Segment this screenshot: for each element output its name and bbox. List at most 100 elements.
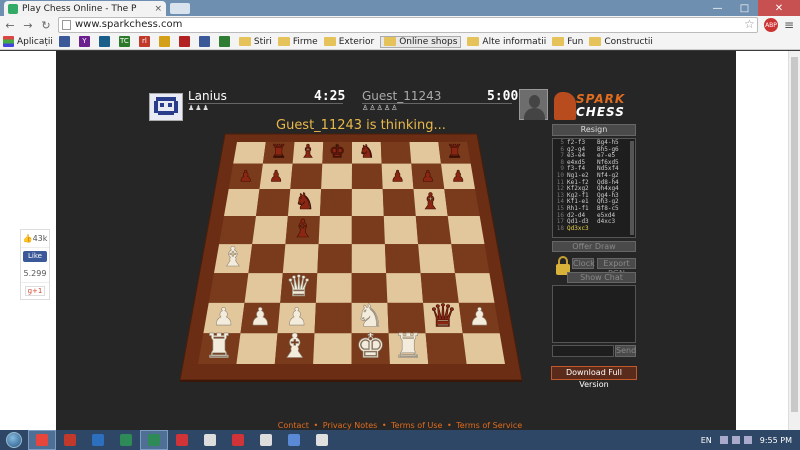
- chat-input[interactable]: [552, 345, 614, 357]
- bookmark-item[interactable]: [158, 36, 173, 47]
- browser-tab[interactable]: Play Chess Online - The P ×: [4, 1, 166, 16]
- taskbar-app-chrome[interactable]: [28, 430, 56, 450]
- white-queen-piece[interactable]: ♛: [285, 269, 312, 304]
- bookmark-item[interactable]: Firme: [277, 37, 318, 47]
- white-rook-piece[interactable]: ♜: [204, 326, 235, 366]
- board-square[interactable]: [244, 273, 283, 303]
- bookmark-item[interactable]: [198, 36, 213, 47]
- board-square[interactable]: [351, 216, 385, 245]
- privacy-link[interactable]: Privacy Notes: [323, 421, 378, 430]
- bookmark-item[interactable]: Aplicații: [3, 36, 53, 47]
- close-window-button[interactable]: ✕: [758, 0, 800, 16]
- chess-board[interactable]: ♜ ♝ ♚ ♞ ♜ ♟ ♟ ♟ ♟ ♟ ♝ ♞ ♝ ♝ ♛ ♛ ♟ ♟ ♟ ♞ ♟ ♜ ♝ ♚ ♜: [179, 132, 523, 382]
- white-king-piece[interactable]: ♚: [355, 326, 386, 366]
- maximize-button[interactable]: □: [731, 0, 758, 16]
- black-knight-piece[interactable]: ♞: [294, 189, 315, 216]
- board-square[interactable]: [224, 189, 260, 216]
- white-pawn-piece[interactable]: ♟: [468, 302, 491, 332]
- download-full-version-button[interactable]: Download Full Version: [551, 366, 637, 389]
- board-square[interactable]: [462, 333, 505, 364]
- move-row[interactable]: 18 Qd3xc3: [555, 225, 633, 233]
- black-pawn-piece[interactable]: ♟: [451, 166, 466, 186]
- adblock-extension-icon[interactable]: ABP: [764, 18, 778, 32]
- resign-button[interactable]: Resign: [552, 124, 636, 136]
- board-square[interactable]: [447, 216, 485, 245]
- new-tab-button[interactable]: [170, 3, 190, 14]
- bookmark-item[interactable]: [98, 36, 113, 47]
- reload-icon[interactable]: ↻: [38, 17, 54, 33]
- scrollbar-thumb[interactable]: [791, 57, 798, 412]
- system-clock[interactable]: 9:55 PM: [760, 436, 792, 445]
- black-rook-piece[interactable]: ♜: [270, 141, 287, 163]
- taskbar-app-app-9[interactable]: [252, 430, 280, 450]
- export-pgn-button[interactable]: Export PGN: [597, 258, 636, 278]
- clock-button[interactable]: Clock: [572, 258, 595, 269]
- board-square[interactable]: [233, 142, 266, 164]
- bookmark-item[interactable]: Fun: [552, 37, 583, 47]
- address-bar[interactable]: www.sparkchess.com: [58, 17, 758, 33]
- bookmark-item[interactable]: [58, 36, 73, 47]
- bookmark-item[interactable]: Online shops: [380, 35, 462, 48]
- chrome-menu-icon[interactable]: ≡: [784, 18, 794, 32]
- bookmark-item[interactable]: TC: [118, 36, 133, 47]
- move-list-scrollbar[interactable]: [630, 141, 634, 235]
- black-pawn-piece[interactable]: ♟: [269, 166, 284, 186]
- chess-board-canvas[interactable]: ♜ ♝ ♚ ♞ ♜♟ ♟ ♟ ♟ ♟♝♞♝♝♛♛♟ ♟ ♟ ♞ ♟♜ ♝ ♚ ♜: [179, 132, 523, 382]
- black-bishop-piece[interactable]: ♝: [300, 141, 317, 163]
- taskbar-app-app-2[interactable]: [56, 430, 84, 450]
- bookmark-item[interactable]: Constructii: [589, 37, 653, 47]
- start-button[interactable]: [0, 430, 28, 450]
- board-square[interactable]: [314, 302, 352, 334]
- board-square[interactable]: [219, 216, 256, 245]
- white-bishop-piece[interactable]: ♝: [220, 242, 245, 274]
- bookmark-item[interactable]: rl: [138, 36, 153, 47]
- back-icon[interactable]: ←: [2, 17, 18, 33]
- contact-link[interactable]: Contact: [278, 421, 309, 430]
- bookmark-star-icon[interactable]: ☆: [744, 17, 755, 31]
- board-square[interactable]: [444, 189, 480, 216]
- black-king-piece[interactable]: ♚: [329, 141, 346, 163]
- taskbar-app-app-8[interactable]: [224, 430, 252, 450]
- board-square[interactable]: [318, 216, 352, 245]
- bookmark-item[interactable]: [178, 36, 193, 47]
- black-pawn-piece[interactable]: ♟: [238, 166, 253, 186]
- board-square[interactable]: [248, 244, 286, 274]
- board-square[interactable]: [425, 333, 467, 364]
- board-square[interactable]: [380, 142, 412, 164]
- board-square[interactable]: [319, 189, 352, 216]
- bookmark-item[interactable]: Exterior: [323, 37, 374, 47]
- board-square[interactable]: [351, 163, 383, 189]
- board-square[interactable]: [317, 244, 352, 274]
- bookmark-item[interactable]: Stiri: [238, 37, 272, 47]
- taskbar-app-app-3[interactable]: [84, 430, 112, 450]
- black-queen-piece[interactable]: ♛: [428, 298, 457, 335]
- taskbar-app-app-7[interactable]: [196, 430, 224, 450]
- board-square[interactable]: [290, 163, 323, 189]
- board-square[interactable]: [418, 244, 455, 274]
- board-square[interactable]: [386, 273, 424, 303]
- black-bishop-piece[interactable]: ♝: [291, 214, 314, 244]
- board-square[interactable]: [382, 189, 416, 216]
- black-rook-piece[interactable]: ♜: [446, 141, 463, 163]
- taskbar-app-app-4[interactable]: [112, 430, 140, 450]
- move-list[interactable]: 5 f2-f3 Bg4-h5 6 g2-g4 Bh5-g6 7 e3-e4 e7-e5 8 e4xd…: [552, 138, 636, 238]
- google-plus-button[interactable]: g+1: [25, 286, 45, 296]
- board-square[interactable]: [351, 244, 387, 274]
- board-square[interactable]: [455, 273, 495, 303]
- terms-of-use-link[interactable]: Terms of Use: [391, 421, 442, 430]
- network-icon[interactable]: [731, 436, 740, 444]
- board-square[interactable]: [208, 273, 249, 303]
- board-square[interactable]: [236, 333, 278, 364]
- taskbar-app-app-6[interactable]: [168, 430, 196, 450]
- white-pawn-piece[interactable]: ♟: [249, 302, 271, 332]
- board-square[interactable]: [351, 189, 384, 216]
- board-square[interactable]: [409, 142, 442, 164]
- white-rook-piece[interactable]: ♜: [393, 326, 424, 366]
- page-scrollbar[interactable]: [788, 51, 800, 430]
- send-button[interactable]: Send: [615, 345, 636, 357]
- board-square[interactable]: [384, 244, 421, 274]
- black-bishop-piece[interactable]: ♝: [420, 189, 441, 216]
- black-pawn-piece[interactable]: ♟: [420, 166, 435, 186]
- black-knight-piece[interactable]: ♞: [358, 141, 375, 163]
- offer-draw-button[interactable]: Offer Draw: [552, 241, 636, 252]
